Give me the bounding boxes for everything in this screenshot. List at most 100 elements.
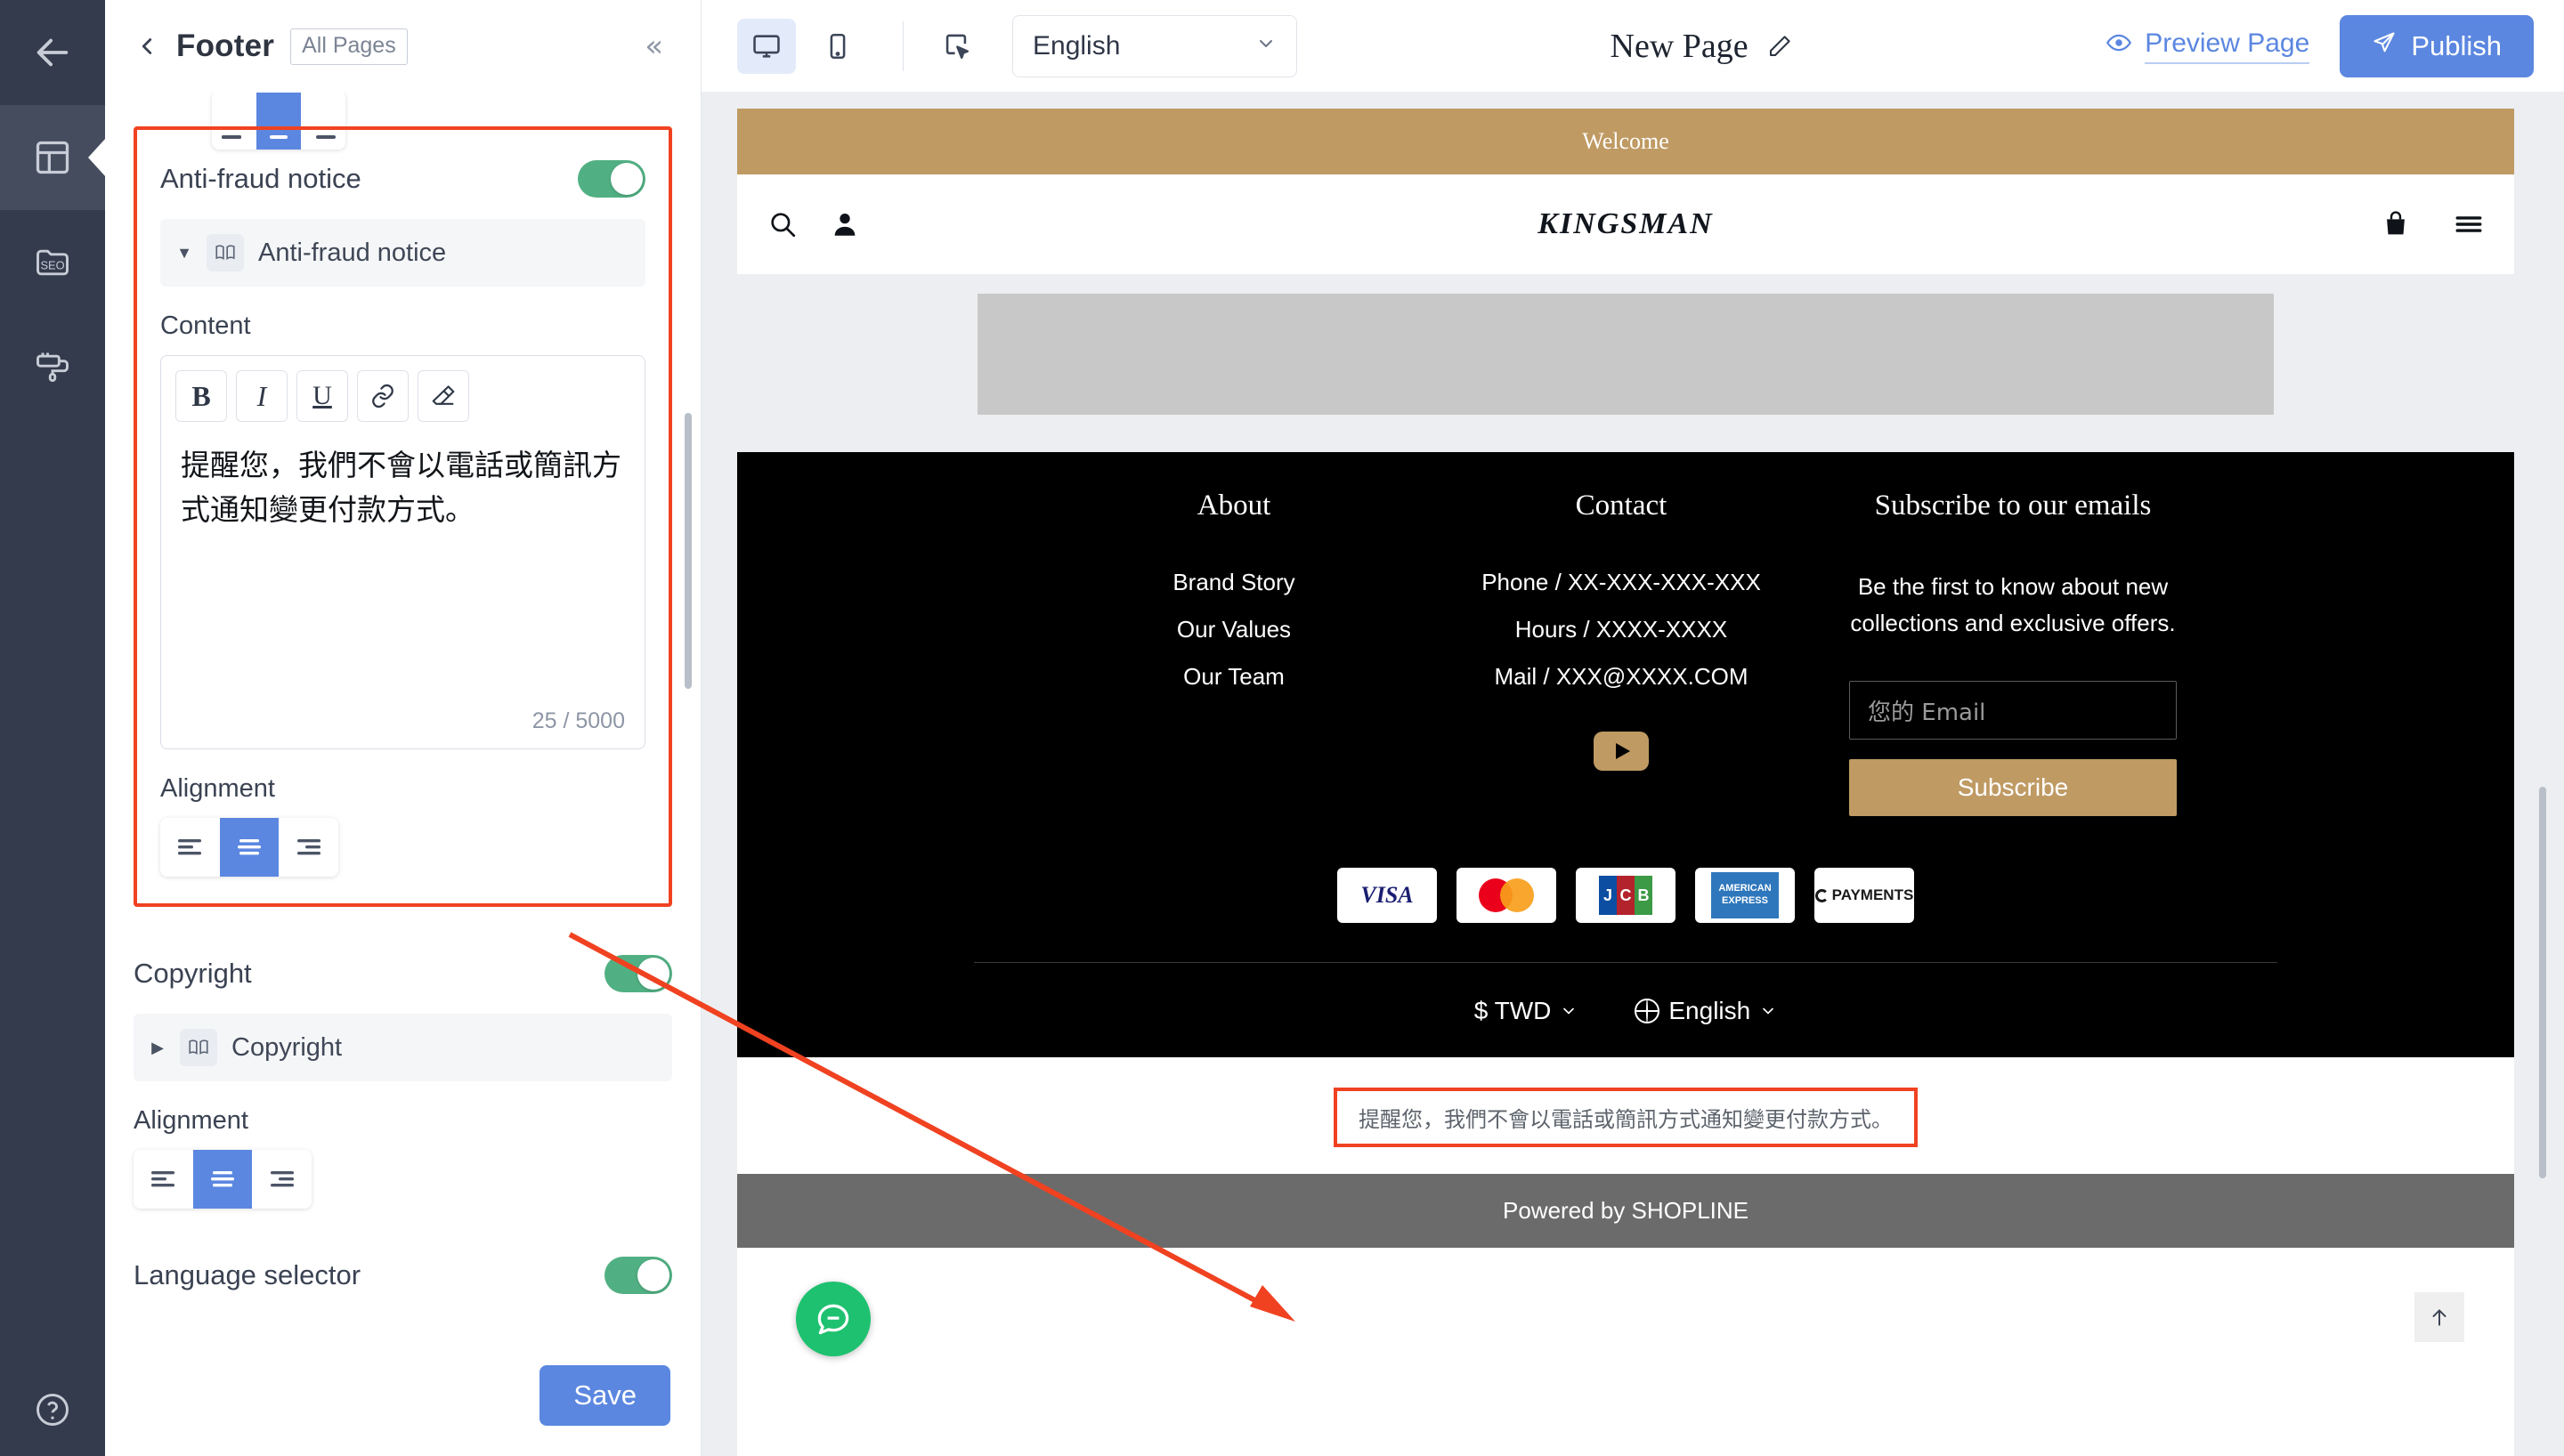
align-center-button[interactable] xyxy=(219,818,280,877)
scroll-to-top-button[interactable] xyxy=(2414,1292,2464,1342)
collapse-panel-icon[interactable]: « xyxy=(645,31,676,61)
underline-button[interactable]: U xyxy=(296,370,348,422)
footer-language-selector[interactable]: English xyxy=(1635,997,1777,1025)
link-icon[interactable] xyxy=(357,370,409,422)
footer-subscribe-heading: Subscribe to our emails xyxy=(1874,489,2152,522)
copyright-block-label: Copyright xyxy=(231,1032,343,1062)
footer-link[interactable]: Phone / XX-XXX-XXX-XXX xyxy=(1425,569,1817,596)
top-toolbar: English New Page Preview Page Publish xyxy=(702,0,2564,93)
copyright-label: Copyright xyxy=(134,958,252,989)
select-tool-icon[interactable] xyxy=(927,19,986,74)
subscribe-button[interactable]: Subscribe xyxy=(1849,759,2177,817)
panel-title: Footer xyxy=(176,28,275,63)
antifraud-toggle-row: Anti-fraud notice xyxy=(160,150,645,219)
book-icon xyxy=(207,234,244,271)
account-icon[interactable] xyxy=(830,209,860,239)
back-arrow-icon[interactable] xyxy=(0,0,105,105)
help-icon[interactable] xyxy=(0,1390,105,1429)
page-content-placeholder xyxy=(737,274,2514,452)
email-field[interactable]: 您的 Email xyxy=(1849,681,2177,740)
youtube-icon[interactable] xyxy=(1594,732,1649,771)
antifraud-alignment-group xyxy=(160,818,338,877)
bold-button[interactable]: B xyxy=(175,370,227,422)
payment-icons-row: VISA JCB AMERICAN EXPRESS PAYMENTS xyxy=(737,868,2514,924)
currency-selector-label: $ TWD xyxy=(1473,997,1552,1025)
panel-back-icon[interactable] xyxy=(134,33,160,60)
header-right-icons xyxy=(2381,209,2484,239)
mobile-icon[interactable] xyxy=(808,19,867,74)
antifraud-toggle[interactable] xyxy=(578,160,645,198)
footer-link[interactable]: Hours / XXXX-XXXX xyxy=(1425,616,1817,643)
footer-columns: About Brand Story Our Values Our Team Co… xyxy=(737,489,2514,817)
visa-icon: VISA xyxy=(1337,868,1437,924)
chat-icon[interactable] xyxy=(796,1282,871,1356)
send-icon xyxy=(2372,30,2397,62)
publish-label: Publish xyxy=(2411,29,2502,61)
page-title-wrap: New Page xyxy=(1297,27,2106,66)
search-icon[interactable] xyxy=(767,209,798,239)
cart-icon[interactable] xyxy=(2381,209,2411,239)
footer-divider xyxy=(974,962,2277,964)
footer-link[interactable]: Our Team xyxy=(1043,663,1425,691)
publish-button[interactable]: Publish xyxy=(2340,14,2534,77)
copyright-alignment-group xyxy=(134,1150,312,1209)
align-center-button[interactable] xyxy=(192,1150,253,1209)
panel-scrollbar[interactable] xyxy=(685,413,692,689)
page-builder-app: SEO Footer All Pages « Anti-fraud notice… xyxy=(0,0,2564,1456)
content-textarea[interactable]: 提醒您，我們不會以電話或簡訊方式通知變更付款方式。 xyxy=(161,433,645,700)
footer-column-contact: Contact Phone / XX-XXX-XXX-XXX Hours / X… xyxy=(1425,489,1817,816)
language-select[interactable]: English xyxy=(1012,14,1297,77)
preview-canvas: Welcome KINGSMAN About Brand Story Our V… xyxy=(702,93,2564,1456)
canvas-scrollbar[interactable] xyxy=(2539,787,2546,1178)
footer-link[interactable]: Mail / XXX@XXXX.COM xyxy=(1425,663,1817,691)
panel-body: Anti-fraud notice ▼ Anti-fraud notice Co… xyxy=(105,93,701,1351)
antifraud-settings-group: Anti-fraud notice ▼ Anti-fraud notice Co… xyxy=(134,126,672,907)
currency-selector[interactable]: $ TWD xyxy=(1474,997,1578,1025)
antifraud-notice-text: 提醒您，我們不會以電話或簡訊方式通知變更付款方式。 xyxy=(1334,1088,1918,1148)
align-left-button[interactable] xyxy=(134,1150,193,1209)
all-pages-badge: All Pages xyxy=(290,28,408,65)
copyright-toggle[interactable] xyxy=(604,955,672,992)
footer-link[interactable]: Our Values xyxy=(1043,616,1425,643)
amex-icon: AMERICAN EXPRESS xyxy=(1695,868,1795,924)
chevron-down-icon xyxy=(1255,31,1277,61)
page-title: New Page xyxy=(1610,27,1749,65)
preview-page-link[interactable]: Preview Page xyxy=(2106,28,2310,64)
align-left-button[interactable] xyxy=(160,818,220,877)
footer-contact-heading: Contact xyxy=(1575,489,1667,522)
copyright-toggle-row: Copyright xyxy=(134,944,672,1014)
footer-language-label: English xyxy=(1668,997,1751,1025)
footer-about-heading: About xyxy=(1197,489,1271,522)
save-button[interactable]: Save xyxy=(540,1365,670,1426)
character-counter: 25 / 5000 xyxy=(531,708,625,733)
menu-icon[interactable] xyxy=(2454,209,2484,239)
layout-icon[interactable] xyxy=(0,105,105,210)
language-select-value: English xyxy=(1033,30,1121,61)
desktop-icon[interactable] xyxy=(737,18,796,74)
pencil-icon[interactable] xyxy=(1766,33,1793,60)
jcb-icon: JCB xyxy=(1576,868,1676,924)
language-selector-toggle-row: Language selector xyxy=(134,1246,672,1315)
language-selector-toggle[interactable] xyxy=(604,1257,672,1294)
chevron-down-icon[interactable]: ▼ xyxy=(176,245,192,261)
italic-button[interactable]: I xyxy=(236,370,288,422)
footer-subscribe-description: Be the first to know about new collectio… xyxy=(1850,573,2176,637)
content-field-label: Content xyxy=(160,311,251,340)
antifraud-notice-band: 提醒您，我們不會以電話或簡訊方式通知變更付款方式。 xyxy=(737,1057,2514,1175)
panel-header: Footer All Pages « xyxy=(105,0,701,93)
antifraud-block-item[interactable]: ▼ Anti-fraud notice xyxy=(160,219,645,287)
align-right-button[interactable] xyxy=(279,818,338,877)
align-right-button[interactable] xyxy=(252,1150,312,1209)
copyright-block-item[interactable]: ▶ Copyright xyxy=(134,1014,672,1081)
antifraud-label: Anti-fraud notice xyxy=(160,163,361,194)
main-area: English New Page Preview Page Publish We… xyxy=(702,0,2564,1456)
footer-link[interactable]: Brand Story xyxy=(1043,569,1425,596)
eraser-icon[interactable] xyxy=(418,370,469,422)
language-selector-label: Language selector xyxy=(134,1259,361,1290)
chevron-right-icon[interactable]: ▶ xyxy=(150,1039,166,1056)
theme-icon[interactable] xyxy=(0,315,105,420)
welcome-announcement-bar: Welcome xyxy=(737,109,2514,174)
seo-icon[interactable]: SEO xyxy=(0,210,105,315)
content-rich-text-editor[interactable]: B I U 提醒您，我們不會以電話或簡訊方式通知變更付款方式。 25 / 500… xyxy=(160,355,645,749)
antifraud-block-label: Anti-fraud notice xyxy=(258,238,447,267)
